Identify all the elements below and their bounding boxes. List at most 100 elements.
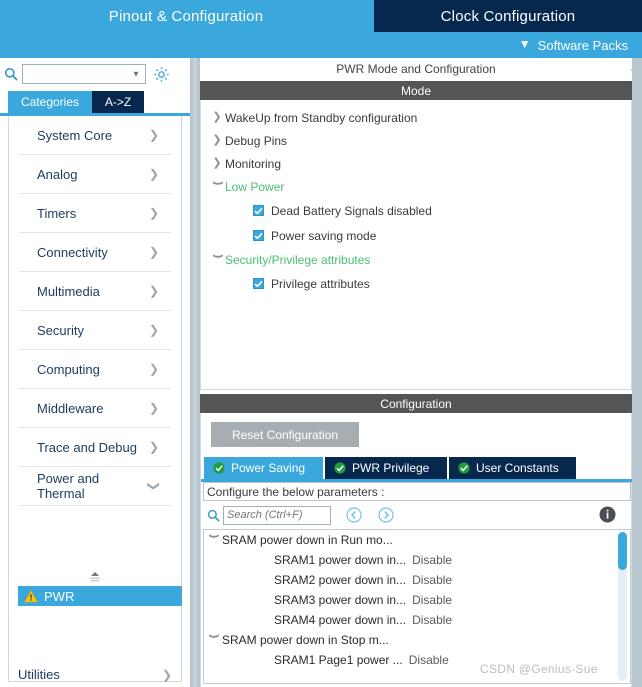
mode-tree-item-label: WakeUp from Standby configuration [225, 110, 418, 125]
parameter-instructions: Configure the below parameters : [203, 482, 631, 501]
reset-configuration-button[interactable]: Reset Configuration [211, 422, 359, 447]
tab-clock-label: Clock Configuration [440, 7, 576, 25]
top-tab-bar: Pinout & Configuration Clock Configurati… [0, 0, 642, 32]
tab-user-constants[interactable]: User Constants [449, 457, 576, 479]
sidebar-item-connectivity[interactable]: Connectivity ❯ [19, 233, 171, 272]
chevron-right-icon[interactable]: ❯ [209, 135, 225, 146]
parameter-value[interactable]: Disable [412, 613, 452, 627]
sidebar-item-middleware[interactable]: Middleware ❯ [19, 389, 171, 428]
parameter-row[interactable]: SRAM3 power down in... Disable [204, 590, 630, 610]
parameter-value[interactable]: Disable [412, 573, 452, 587]
parameter-name: SRAM power down in Stop m... [222, 633, 389, 647]
checkbox-row-dead-battery-signals[interactable]: Dead Battery Signals disabled [201, 198, 631, 223]
mode-tree-item-debug-pins[interactable]: ❯ Debug Pins [201, 129, 631, 152]
sidebar-item-multimedia[interactable]: Multimedia ❯ [19, 272, 171, 311]
sidebar-search-combo[interactable]: ▾ [22, 64, 146, 84]
sidebar-subtab-categories[interactable]: Categories [8, 91, 92, 113]
chevron-right-icon: ❯ [148, 167, 159, 181]
gear-icon[interactable] [146, 58, 176, 90]
parameter-row[interactable]: SRAM2 power down in... Disable [204, 570, 630, 590]
mode-tree-item-wakeup-standby[interactable]: ❯ WakeUp from Standby configuration [201, 106, 631, 129]
search-icon [0, 58, 22, 90]
sidebar-item-timers[interactable]: Timers ❯ [19, 194, 171, 233]
chevron-down-icon[interactable]: ❫ [212, 179, 224, 195]
mode-section-header-label: Mode [400, 83, 432, 98]
chevron-right-icon[interactable]: ❯ [209, 158, 225, 169]
parameter-name: SRAM1 Page1 power ... [274, 653, 403, 667]
chevron-right-icon: ❯ [148, 440, 159, 454]
parameter-instructions-label: Configure the below parameters : [207, 484, 385, 499]
reset-configuration-label: Reset Configuration [231, 427, 339, 442]
sidebar-item-utilities[interactable]: Utilities ❯ [18, 658, 172, 687]
parameter-group-row[interactable]: ❫ SRAM power down in Run mo... [204, 530, 630, 550]
tab-pinout-configuration[interactable]: Pinout & Configuration [0, 0, 372, 32]
circle-forward-arrow-icon[interactable] [377, 506, 395, 524]
tab-pwr-privilege[interactable]: PWR Privilege [325, 457, 447, 479]
info-icon[interactable] [599, 506, 616, 526]
chevron-down-icon[interactable]: ❫ [208, 631, 220, 649]
chevron-down-icon[interactable]: ❫ [212, 252, 224, 268]
checkbox-checked-icon[interactable] [253, 278, 264, 289]
sidebar-item-system-core[interactable]: System Core ❯ [19, 116, 171, 155]
checkbox-checked-icon[interactable] [253, 205, 264, 216]
sidebar-item-power-and-thermal[interactable]: Power and Thermal ❯ [19, 467, 171, 506]
checkbox-row-privilege-attributes[interactable]: Privilege attributes [201, 271, 631, 296]
parameter-row[interactable]: SRAM4 power down in... Disable [204, 610, 630, 630]
chevron-right-icon: ❯ [148, 401, 159, 415]
parameter-list-scrollbar-thumb[interactable] [618, 532, 627, 570]
tab-clock-configuration[interactable]: Clock Configuration [374, 0, 642, 32]
page-title-label: PWR Mode and Configuration [336, 62, 496, 76]
chevron-right-icon: ❯ [148, 206, 159, 220]
checkbox-label: Dead Battery Signals disabled [271, 203, 432, 218]
mode-tree-item-label: Security/Privilege attributes [225, 252, 371, 267]
sidebar-item-pwr[interactable]: PWR [18, 586, 182, 606]
configuration-section-body: Reset Configuration Power Saving PWR Pri… [200, 413, 633, 687]
chevron-down-icon: ▼ [518, 37, 531, 51]
tab-power-saving[interactable]: Power Saving [204, 457, 323, 479]
sidebar-item-security[interactable]: Security ❯ [19, 311, 171, 350]
chevron-right-icon: ❯ [148, 284, 159, 298]
sidebar-item-label: Security [37, 322, 84, 338]
sidebar-subtab-a-to-z[interactable]: A->Z [92, 91, 144, 113]
parameter-list[interactable]: ❫ SRAM power down in Run mo... SRAM1 pow… [203, 529, 631, 684]
chevron-down-icon[interactable]: ❫ [208, 531, 220, 549]
sidebar-subtab-a-to-z-label: A->Z [104, 95, 132, 109]
sidebar-item-label: Power and Thermal [37, 471, 100, 501]
mode-tree-item-label: Monitoring [225, 156, 282, 171]
mode-tree-item-security-privilege[interactable]: ❫ Security/Privilege attributes [201, 248, 631, 271]
sidebar-search-row: ▾ [0, 58, 190, 90]
right-scrollbar[interactable] [632, 58, 642, 687]
configuration-section-header: Configuration [200, 394, 632, 413]
sidebar-item-label: Middleware [37, 400, 104, 416]
sidebar-item-analog[interactable]: Analog ❯ [19, 155, 171, 194]
sidebar-item-computing[interactable]: Computing ❯ [19, 350, 171, 389]
chevron-right-icon[interactable]: ❯ [209, 112, 225, 123]
software-packs-menu[interactable]: ▼ Software Packs [0, 32, 642, 58]
mode-tree-item-monitoring[interactable]: ❯ Monitoring [201, 152, 631, 175]
sidebar-item-label: Timers [37, 205, 77, 221]
checkbox-label: Power saving mode [271, 228, 377, 243]
chevron-right-icon: ❯ [161, 667, 172, 682]
checkbox-row-power-saving-mode[interactable]: Power saving mode [201, 223, 631, 248]
sidebar-item-label: Utilities [18, 667, 60, 682]
parameter-group-row[interactable]: ❫ SRAM power down in Stop m... [204, 630, 630, 650]
sidebar-item-label: Multimedia [37, 283, 100, 299]
checkbox-checked-icon[interactable] [253, 230, 264, 241]
mode-section-header: Mode [200, 81, 632, 100]
page-title: PWR Mode and Configuration [200, 58, 632, 80]
panel-splitter[interactable] [190, 58, 200, 687]
search-input[interactable] [223, 505, 331, 525]
circle-back-arrow-icon[interactable] [345, 506, 363, 524]
tab-user-constants-label: User Constants [476, 461, 559, 475]
sidebar-item-trace-and-debug[interactable]: Trace and Debug ❯ [19, 428, 171, 467]
parameter-row[interactable]: SRAM1 power down in... Disable [204, 550, 630, 570]
sidebar-item-label: Computing [37, 361, 100, 377]
configuration-tabs: Power Saving PWR Privilege User Constant… [201, 457, 633, 479]
mode-tree-item-low-power[interactable]: ❫ Low Power [201, 175, 631, 198]
parameter-value[interactable]: Disable [412, 553, 452, 567]
parameter-value[interactable]: Disable [409, 653, 449, 667]
parameter-name: SRAM4 power down in... [274, 613, 407, 627]
parameter-value[interactable]: Disable [412, 593, 452, 607]
scroll-up-icon[interactable] [86, 570, 104, 584]
mode-section-body: ❯ WakeUp from Standby configuration ❯ De… [200, 100, 632, 390]
